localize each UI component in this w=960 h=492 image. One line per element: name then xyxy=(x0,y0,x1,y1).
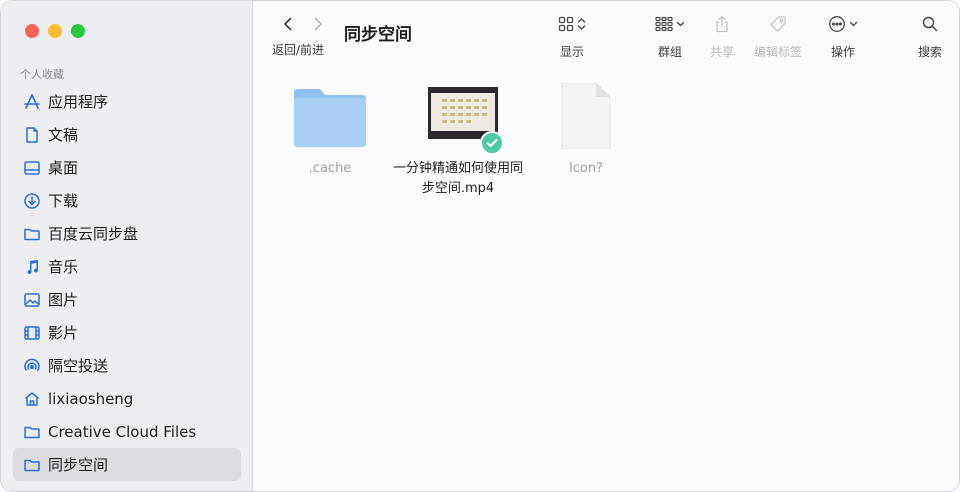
applications-icon xyxy=(23,93,41,111)
close-window-button[interactable] xyxy=(25,24,39,38)
synced-check-icon xyxy=(480,131,504,155)
sidebar-item-label: 图片 xyxy=(48,291,79,309)
sidebar-item-label: 百度云同步盘 xyxy=(48,225,139,243)
window-controls xyxy=(25,24,85,38)
forward-button[interactable] xyxy=(309,15,327,33)
desktop-icon xyxy=(23,159,41,177)
updown-chevron-icon xyxy=(577,18,586,30)
back-button[interactable] xyxy=(279,15,297,33)
sidebar-item-label: lixiaosheng xyxy=(48,389,134,408)
video-thumbnail xyxy=(418,83,504,155)
minimize-window-button[interactable] xyxy=(48,24,62,38)
sidebar-item-documents[interactable]: 文稿 xyxy=(13,118,241,151)
folder-icon xyxy=(290,83,370,149)
sidebar-item-airdrop[interactable]: 隔空投送 xyxy=(13,349,241,382)
document-icon xyxy=(546,82,626,150)
photo-icon xyxy=(23,291,41,309)
back-forward-label: 返回/前进 xyxy=(272,43,325,57)
sidebar-item-applications[interactable]: 应用程序 xyxy=(13,85,241,118)
finder-window: 个人收藏 应用程序 文稿 桌面 下载 百度云同步盘 音乐 图片 影片 隔空投送 … xyxy=(0,0,960,492)
sidebar-item-label: 桌面 xyxy=(48,159,79,177)
more-icon xyxy=(829,16,845,32)
file-item[interactable]: .cache xyxy=(265,83,395,179)
tool-label: 搜索 xyxy=(917,45,942,59)
sidebar-item-music[interactable]: 音乐 xyxy=(13,250,241,283)
share-icon xyxy=(716,15,728,33)
file-name: 一分钟精通如何使用同步空间.mp4 xyxy=(393,161,524,196)
movie-icon xyxy=(23,324,41,342)
tool-label: 显示 xyxy=(559,45,584,59)
sidebar-item-label: 应用程序 xyxy=(48,93,109,111)
group-icon xyxy=(655,16,673,32)
file-browser: .cache 一分钟精通如何使用同步空间.mp4 Icon? xyxy=(253,67,959,491)
chevron-left-icon xyxy=(284,17,292,31)
sidebar-item-label: 影片 xyxy=(48,324,79,342)
sidebar-item-pictures[interactable]: 图片 xyxy=(13,283,241,316)
sidebar-item-baidu-sync[interactable]: 百度云同步盘 xyxy=(13,217,241,250)
file-item[interactable]: 一分钟精通如何使用同步空间.mp4 xyxy=(393,83,523,199)
file-name: .cache xyxy=(308,161,352,176)
toolbar: 返回/前进 同步空间 显示 群组 共享 编辑标签 操作 搜索 xyxy=(253,1,959,67)
view-options-button[interactable]: 显示 xyxy=(537,13,607,60)
tool-label: 编辑标签 xyxy=(753,45,802,59)
sidebar-item-label: 隔空投送 xyxy=(48,357,109,375)
tag-icon xyxy=(770,16,786,32)
sidebar-item-home[interactable]: lixiaosheng xyxy=(13,382,241,415)
edit-tags-button[interactable]: 编辑标签 xyxy=(743,13,813,60)
sidebar-item-desktop[interactable]: 桌面 xyxy=(13,151,241,184)
sidebar-item-label: 文稿 xyxy=(48,126,79,144)
tool-label: 操作 xyxy=(830,45,855,59)
zoom-window-button[interactable] xyxy=(71,24,85,38)
file-name: Icon? xyxy=(568,161,604,176)
folder-icon xyxy=(23,225,41,243)
sidebar-item-label: 同步空间 xyxy=(48,456,109,474)
chevron-down-icon xyxy=(849,21,858,27)
download-icon xyxy=(23,192,41,210)
search-icon xyxy=(922,16,938,32)
folder-icon xyxy=(23,423,41,441)
file-item[interactable]: Icon? xyxy=(521,82,651,179)
sidebar-item-downloads[interactable]: 下载 xyxy=(13,184,241,217)
window-title: 同步空间 xyxy=(344,25,412,45)
sidebar-section-title: 个人收藏 xyxy=(20,68,64,81)
sidebar-item-label: Creative Cloud Files xyxy=(48,422,197,441)
airdrop-icon xyxy=(23,357,41,375)
folder-icon xyxy=(23,456,41,474)
sidebar-list: 应用程序 文稿 桌面 下载 百度云同步盘 音乐 图片 影片 隔空投送 lixia… xyxy=(13,85,241,481)
sidebar: 个人收藏 应用程序 文稿 桌面 下载 百度云同步盘 音乐 图片 影片 隔空投送 … xyxy=(1,1,253,491)
music-icon xyxy=(23,258,41,276)
sidebar-item-creative-cloud[interactable]: Creative Cloud Files xyxy=(13,415,241,448)
home-icon xyxy=(23,390,41,408)
sidebar-item-label: 下载 xyxy=(48,192,79,210)
grid-view-icon xyxy=(558,16,574,32)
sidebar-item-label: 音乐 xyxy=(48,258,79,276)
tool-label: 共享 xyxy=(709,45,734,59)
search-button[interactable]: 搜索 xyxy=(895,13,959,60)
action-button[interactable]: 操作 xyxy=(808,13,878,60)
sidebar-item-movies[interactable]: 影片 xyxy=(13,316,241,349)
sidebar-item-sync-space[interactable]: 同步空间 xyxy=(13,448,241,481)
document-icon xyxy=(23,126,41,144)
chevron-right-icon xyxy=(314,17,322,31)
chevron-down-icon xyxy=(676,21,685,27)
tool-label: 群组 xyxy=(657,45,682,59)
